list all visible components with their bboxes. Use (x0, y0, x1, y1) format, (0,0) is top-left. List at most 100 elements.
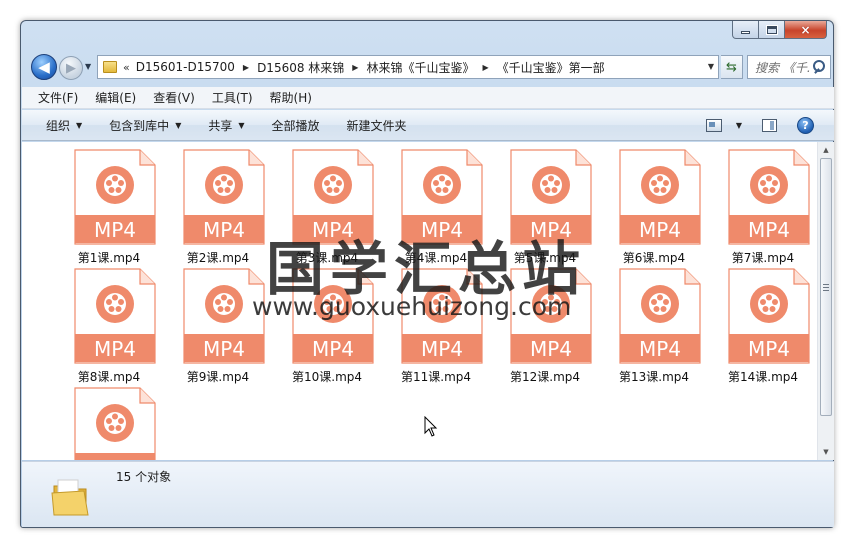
file-item[interactable]: MP4 第2课.mp4 (168, 144, 268, 265)
search-icon[interactable] (811, 59, 827, 75)
share-button[interactable]: 共享 ▼ (208, 117, 244, 134)
breadcrumb-arrow-icon[interactable]: ▶ (243, 63, 249, 72)
grip-icon (823, 283, 829, 291)
file-item[interactable]: MP4 第1课.mp4 (59, 144, 159, 265)
back-button[interactable]: ◀ (31, 54, 57, 80)
watermark-url: www.guoxuehuizong.com (252, 292, 572, 321)
help-icon[interactable]: ? (797, 116, 814, 134)
search-box[interactable]: 搜索 《千... (747, 55, 831, 79)
mp4-label: MP4 (421, 337, 463, 361)
folder-icon (51, 479, 89, 516)
breadcrumb: D15601-D15700 ▶ D15608 林来锦 ▶ 林来锦《千山宝鉴》 ▶… (136, 56, 605, 78)
address-row: ◀ ▶ ▼ « D15601-D15700 ▶ D15608 林来锦 ▶ 林来锦… (27, 54, 831, 80)
mp4-label: MP4 (639, 337, 681, 361)
breadcrumb-overflow-chevron[interactable]: « (123, 61, 130, 74)
mp4-file-icon: MP4 (619, 149, 701, 245)
mp4-label: MP4 (94, 218, 136, 242)
file-name: 第11课.mp4 (400, 370, 472, 384)
file-name: 第13课.mp4 (618, 370, 690, 384)
file-name: 第9课.mp4 (186, 370, 250, 384)
breadcrumb-item[interactable]: 林来锦《千山宝鉴》 (366, 59, 474, 76)
vertical-scrollbar[interactable]: ▲ ▼ (817, 142, 834, 460)
recent-pages-dropdown[interactable]: ▼ (85, 62, 94, 72)
mp4-file-icon: MP4 (619, 268, 701, 364)
close-icon: × (800, 22, 811, 37)
organize-button[interactable]: 组织 ▼ (46, 117, 82, 134)
minimize-button[interactable] (732, 21, 759, 39)
command-toolbar: 组织 ▼ 包含到库中 ▼ 共享 ▼ 全部播放 新建文件夹 ▼ ? (22, 110, 834, 141)
maximize-button[interactable] (759, 21, 785, 39)
chevron-down-icon: ▼ (238, 120, 245, 130)
menu-bar: 文件(F) 编辑(E) 查看(V) 工具(T) 帮助(H) (22, 87, 834, 109)
file-name: 第10课.mp4 (291, 370, 363, 384)
mp4-label: MP4 (94, 337, 136, 361)
menu-view[interactable]: 查看(V) (153, 89, 195, 106)
chevron-down-icon: ▼ (76, 120, 83, 130)
mp4-label: MP4 (312, 337, 354, 361)
mp4-file-icon: MP4 (728, 268, 810, 364)
mp4-label: MP4 (748, 337, 790, 361)
mouse-cursor-icon (424, 416, 438, 437)
folder-icon (103, 61, 117, 73)
play-all-button[interactable]: 全部播放 (272, 117, 320, 134)
menu-tools[interactable]: 工具(T) (212, 89, 253, 106)
breadcrumb-item[interactable]: 《千山宝鉴》第一部 (497, 59, 605, 76)
forward-button[interactable]: ▶ (59, 56, 83, 80)
mp4-file-icon: MP4 (74, 149, 156, 245)
refresh-button[interactable]: ⇆ (721, 55, 743, 79)
file-item[interactable]: MP4 第9课.mp4 (168, 263, 268, 384)
file-item[interactable]: MP4 第8课.mp4 (59, 263, 159, 384)
breadcrumb-item[interactable]: D15601-D15700 (136, 60, 235, 74)
address-bar[interactable]: « D15601-D15700 ▶ D15608 林来锦 ▶ 林来锦《千山宝鉴》… (97, 55, 719, 79)
scroll-up-icon[interactable]: ▲ (818, 142, 834, 158)
change-view-icon[interactable] (705, 118, 722, 132)
menu-edit[interactable]: 编辑(E) (95, 89, 136, 106)
new-folder-label: 新建文件夹 (346, 118, 407, 133)
file-name: 第12课.mp4 (509, 370, 581, 384)
window-controls: × (732, 21, 827, 39)
mp4-label: MP4 (203, 337, 245, 361)
toolbar-right: ▼ ? (705, 110, 834, 140)
breadcrumb-arrow-icon[interactable]: ▶ (482, 63, 488, 72)
maximize-icon (765, 24, 778, 35)
include-library-button[interactable]: 包含到库中 ▼ (109, 117, 181, 134)
file-item[interactable]: MP4 第13课.mp4 (604, 263, 704, 384)
address-dropdown-icon[interactable]: ▼ (708, 62, 714, 71)
file-item[interactable]: MP4第15课.mp4 (59, 382, 159, 460)
include-library-label: 包含到库中 (109, 118, 170, 133)
mp4-file-icon: MP4 (183, 149, 265, 245)
mp4-file-icon: MP4 (74, 387, 156, 460)
organize-label: 组织 (46, 118, 71, 133)
breadcrumb-item[interactable]: D15608 林来锦 (257, 59, 344, 76)
details-pane: 15 个对象 (22, 461, 834, 527)
close-button[interactable]: × (785, 21, 827, 39)
mp4-file-icon: MP4 (74, 268, 156, 364)
menu-file[interactable]: 文件(F) (38, 89, 78, 106)
new-folder-button[interactable]: 新建文件夹 (347, 117, 407, 134)
file-item[interactable]: MP4 第7课.mp4 (713, 144, 813, 265)
scroll-thumb[interactable] (820, 158, 832, 416)
share-label: 共享 (208, 118, 233, 133)
file-name: 第14课.mp4 (727, 370, 799, 384)
refresh-icon: ⇆ (726, 59, 737, 75)
forward-arrow-icon: ▶ (66, 60, 76, 76)
chevron-down-icon[interactable]: ▼ (736, 121, 742, 130)
menu-help[interactable]: 帮助(H) (270, 89, 312, 106)
object-count: 15 个对象 (116, 470, 172, 484)
back-arrow-icon: ◀ (38, 58, 50, 76)
breadcrumb-arrow-icon[interactable]: ▶ (352, 63, 358, 72)
file-item[interactable]: MP4 第6课.mp4 (604, 144, 704, 265)
chevron-down-icon: ▼ (175, 120, 182, 130)
mp4-label: MP4 (203, 218, 245, 242)
search-input[interactable]: 搜索 《千... (755, 59, 811, 76)
play-all-label: 全部播放 (271, 118, 320, 133)
mp4-label: MP4 (94, 456, 136, 460)
file-item[interactable]: MP4 第14课.mp4 (713, 263, 813, 384)
mp4-label: MP4 (748, 218, 790, 242)
scroll-down-icon[interactable]: ▼ (818, 444, 834, 460)
mp4-label: MP4 (639, 218, 681, 242)
mp4-file-icon: MP4 (728, 149, 810, 245)
minimize-icon (741, 31, 750, 34)
mp4-label: MP4 (530, 337, 572, 361)
preview-pane-icon[interactable] (762, 118, 777, 132)
